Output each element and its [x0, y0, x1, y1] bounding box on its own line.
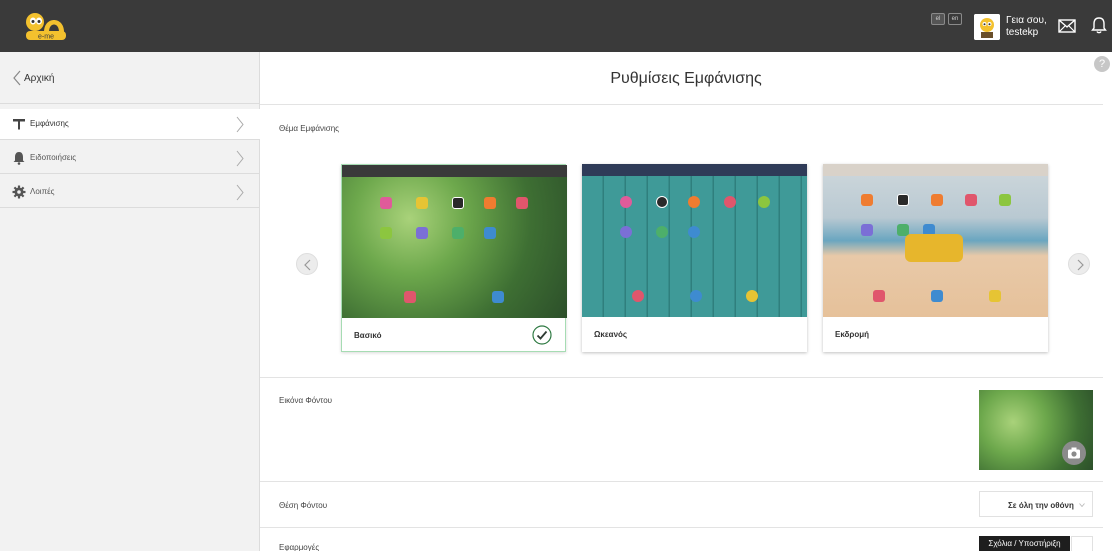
- gear-icon: [12, 185, 26, 199]
- app-tile: [632, 290, 644, 302]
- sidebar-item-label: Λοιπές: [30, 187, 55, 196]
- greeting-line: Γεια σου,: [1006, 15, 1047, 26]
- app-tile: [656, 226, 668, 238]
- app-tile: [620, 226, 632, 238]
- thumbnail-topbar: [823, 164, 1048, 176]
- e-me-logo[interactable]: e-me: [22, 8, 70, 44]
- chevron-right-icon: [236, 116, 244, 133]
- app-tile: [656, 196, 668, 208]
- carousel-prev-button[interactable]: [296, 253, 318, 275]
- feedback-support-button[interactable]: Σχόλια / Υποστήριξη: [979, 536, 1070, 551]
- chevron-right-icon: [1077, 259, 1084, 271]
- app-tile: [484, 197, 496, 209]
- chevron-down-icon: [1079, 503, 1085, 507]
- bg-position-select[interactable]: Σε όλη την οθόνη: [979, 491, 1093, 517]
- logo-text: e-me: [38, 34, 54, 41]
- bg-position-label: Θέση Φόντου: [279, 501, 328, 510]
- divider: [260, 104, 1103, 105]
- app-tile: [873, 290, 885, 302]
- app-tile: [690, 290, 702, 302]
- app-tile: [484, 227, 496, 239]
- app-tile: [758, 196, 770, 208]
- camera-icon: [1068, 447, 1080, 459]
- app-tile: [965, 194, 977, 206]
- app-tile: [989, 290, 1001, 302]
- theme-thumbnail: [823, 164, 1048, 317]
- bus-image: [905, 234, 963, 262]
- app-tile: [999, 194, 1011, 206]
- sidebar-item-appearance[interactable]: Εμφάνισης: [0, 109, 260, 140]
- theme-section-label: Θέμα Εμφάνισης: [279, 124, 340, 133]
- apps-label: Εφαρμογές: [279, 543, 320, 551]
- app-tile: [404, 291, 416, 303]
- theme-name: Βασικό: [354, 331, 382, 340]
- theme-card-ocean[interactable]: Ωκεανός: [582, 164, 807, 352]
- chevron-right-icon: [236, 150, 244, 167]
- paint-roller-icon: [13, 119, 25, 130]
- divider: [260, 377, 1103, 378]
- sidebar-item-notifications[interactable]: Ειδοποιήσεις: [0, 143, 260, 174]
- sidebar-item-other[interactable]: Λοιπές: [0, 177, 260, 208]
- help-icon[interactable]: ?: [1094, 56, 1110, 72]
- sidebar-item-label: Ειδοποιήσεις: [30, 153, 77, 162]
- bg-position-value: Σε όλη την οθόνη: [1008, 501, 1074, 510]
- carousel-next-button[interactable]: [1068, 253, 1090, 275]
- app-tile: [861, 194, 873, 206]
- app-tile: [688, 226, 700, 238]
- divider: [260, 527, 1103, 528]
- apps-select[interactable]: [1071, 536, 1093, 551]
- app-tile: [492, 291, 504, 303]
- app-tile: [724, 196, 736, 208]
- sidebar: Αρχική Εμφάνισης Ειδοποιήσεις Λοιπές: [0, 52, 260, 551]
- app-tile: [931, 290, 943, 302]
- app-tile: [861, 224, 873, 236]
- bell-icon: [13, 152, 25, 165]
- theme-name: Ωκεανός: [594, 330, 628, 339]
- chevron-right-icon: [236, 184, 244, 201]
- app-tile: [380, 197, 392, 209]
- app-tile: [620, 196, 632, 208]
- mail-icon[interactable]: [1058, 19, 1076, 33]
- back-label: Αρχική: [24, 73, 55, 84]
- app-tile: [897, 194, 909, 206]
- bg-image-label: Εικόνα Φόντου: [279, 396, 333, 405]
- app-tile: [516, 197, 528, 209]
- app-tile: [931, 194, 943, 206]
- app-tile: [688, 196, 700, 208]
- chevron-left-icon: [13, 70, 21, 86]
- theme-name: Εκδρομή: [835, 330, 869, 339]
- check-icon: [532, 325, 552, 345]
- theme-card-trip[interactable]: Εκδρομή: [823, 164, 1048, 352]
- chevron-left-icon: [304, 259, 311, 271]
- back-to-home-link[interactable]: Αρχική: [0, 52, 260, 104]
- top-bar: e-me el en Γεια σου, testekp: [0, 0, 1112, 52]
- app-tile: [746, 290, 758, 302]
- app-tile: [380, 227, 392, 239]
- camera-icon-button[interactable]: [1062, 441, 1086, 465]
- lang-en-button[interactable]: en: [948, 13, 962, 25]
- page-title: Ρυθμίσεις Εμφάνισης: [610, 70, 762, 87]
- app-tile: [416, 227, 428, 239]
- app-tile: [416, 197, 428, 209]
- theme-thumbnail: [342, 165, 567, 318]
- sidebar-item-label: Εμφάνισης: [30, 119, 69, 128]
- user-greeting[interactable]: Γεια σου, testekp: [1006, 15, 1047, 39]
- thumbnail-topbar: [342, 165, 567, 177]
- theme-card-basic[interactable]: Βασικό: [341, 164, 567, 352]
- thumbnail-topbar: [582, 164, 807, 176]
- bell-icon[interactable]: [1091, 16, 1107, 34]
- username: testekp: [1006, 27, 1039, 38]
- app-tile: [452, 197, 464, 209]
- theme-thumbnail: [582, 164, 807, 317]
- app-tile: [452, 227, 464, 239]
- divider: [260, 481, 1103, 482]
- avatar[interactable]: [974, 14, 1000, 40]
- lang-el-button[interactable]: el: [931, 13, 945, 25]
